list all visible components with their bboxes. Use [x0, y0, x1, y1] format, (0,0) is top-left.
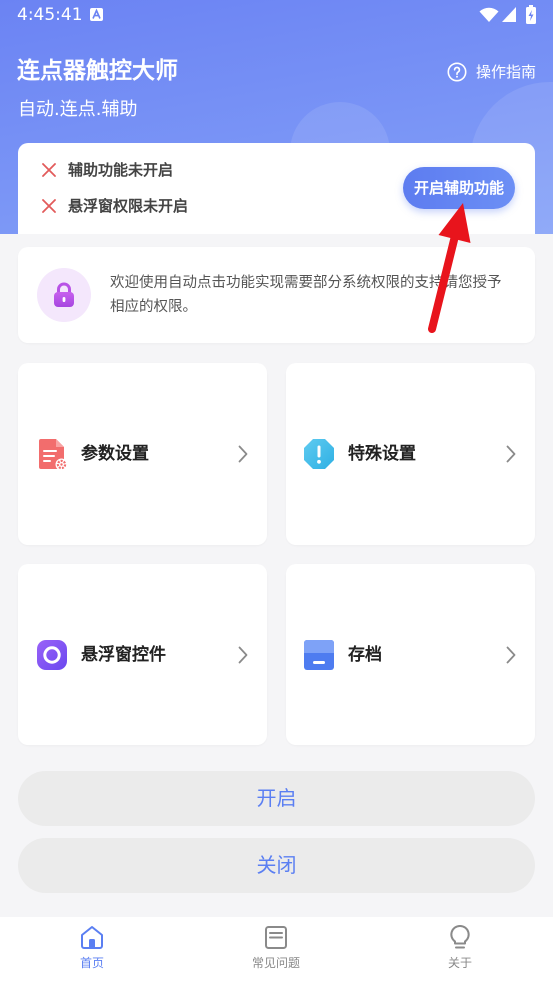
a-notification-icon	[90, 8, 103, 21]
archive-label: 存档	[348, 645, 382, 665]
save-icon	[304, 640, 334, 670]
status-bar: 4:45:41	[0, 0, 553, 30]
bottom-navigation: 首页 常见问题 关于	[0, 917, 553, 984]
accessibility-status-text: 辅助功能未开启	[68, 161, 174, 179]
nav-label-about: 关于	[447, 956, 472, 970]
special-settings-card[interactable]: 特殊设置	[286, 363, 535, 545]
lock-icon-badge	[37, 268, 91, 322]
archive-card[interactable]: 存档	[286, 564, 535, 745]
enable-accessibility-button[interactable]: 开启辅助功能	[403, 167, 515, 209]
floating-window-icon	[37, 640, 67, 670]
floating-window-label: 悬浮窗控件	[81, 645, 166, 665]
nav-label-faq: 常见问题	[251, 956, 300, 970]
chevron-right-icon	[506, 445, 516, 463]
warning-octagon-icon	[304, 439, 334, 469]
special-settings-label: 特殊设置	[348, 444, 416, 464]
home-icon	[81, 926, 103, 949]
status-time: 4:45:41	[17, 5, 83, 25]
document-settings-icon	[39, 439, 68, 471]
nav-item-about[interactable]: 关于	[400, 917, 520, 984]
nav-label-home: 首页	[79, 956, 104, 970]
question-circle-icon	[447, 62, 467, 82]
parameter-settings-card[interactable]: 参数设置	[18, 363, 267, 545]
chevron-right-icon	[238, 646, 248, 664]
chevron-right-icon	[238, 445, 248, 463]
nav-item-faq[interactable]: 常见问题	[216, 917, 336, 984]
app-subtitle: 自动.连点.辅助	[18, 99, 138, 120]
stop-button[interactable]: 关闭	[18, 838, 535, 893]
wifi-icon	[479, 7, 499, 22]
overlay-permission-status-text: 悬浮窗权限未开启	[68, 197, 189, 215]
permission-status-card: 辅助功能未开启 悬浮窗权限未开启 开启辅助功能	[18, 143, 535, 234]
battery-charging-icon	[526, 5, 536, 24]
start-button[interactable]: 开启	[18, 771, 535, 826]
nav-item-home[interactable]: 首页	[32, 917, 152, 984]
signal-icon	[502, 7, 516, 22]
permission-notice-card: 欢迎使用自动点击功能实现需要部分系统权限的支持请您授予相应的权限。	[18, 247, 535, 343]
guide-label: 操作指南	[476, 63, 537, 81]
permission-notice-text: 欢迎使用自动点击功能实现需要部分系统权限的支持请您授予相应的权限。	[110, 275, 502, 315]
lock-icon	[54, 282, 74, 307]
lightbulb-icon	[450, 924, 470, 949]
parameter-settings-label: 参数设置	[81, 444, 149, 464]
close-icon	[42, 199, 56, 213]
faq-icon	[265, 926, 287, 949]
close-icon	[42, 163, 56, 177]
guide-button[interactable]: 操作指南	[447, 62, 539, 82]
app-title: 连点器触控大师	[17, 58, 178, 84]
chevron-right-icon	[506, 646, 516, 664]
floating-window-card[interactable]: 悬浮窗控件	[18, 564, 267, 745]
